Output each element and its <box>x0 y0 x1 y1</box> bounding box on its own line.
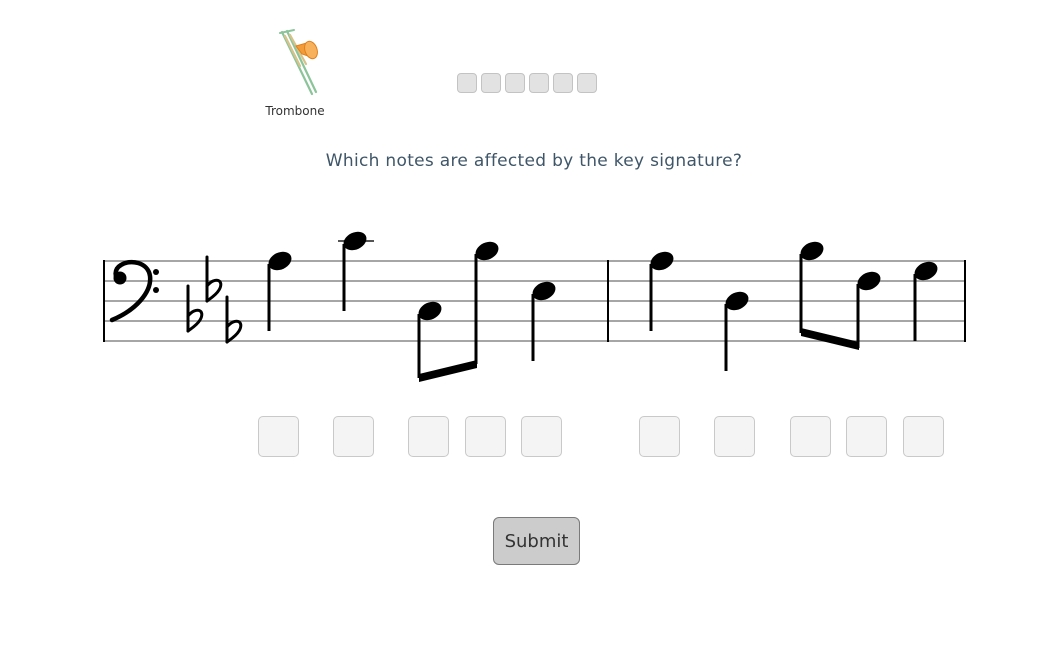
answer-box-m1-1[interactable] <box>258 416 299 457</box>
note-m1-1 <box>267 251 292 331</box>
flat-b-icon <box>186 284 204 333</box>
answer-box-m2-3[interactable] <box>790 416 831 457</box>
answer-box-m1-2[interactable] <box>333 416 374 457</box>
note-m1-3 <box>417 301 442 378</box>
answer-box-m2-5[interactable] <box>903 416 944 457</box>
note-m1-5 <box>531 281 556 361</box>
note-m2-2 <box>724 291 749 371</box>
answer-box-m1-3[interactable] <box>408 416 449 457</box>
flat-e-icon <box>205 255 223 303</box>
note-m1-2 <box>338 231 374 311</box>
beam-m1 <box>419 360 477 382</box>
submit-button[interactable]: Submit <box>493 517 580 565</box>
note-m2-5 <box>913 261 938 341</box>
key-signature <box>186 255 243 344</box>
answer-box-m2-1[interactable] <box>639 416 680 457</box>
answer-box-m1-4[interactable] <box>465 416 506 457</box>
flat-a-icon <box>225 295 243 344</box>
answer-box-m1-5[interactable] <box>521 416 562 457</box>
answer-box-m2-4[interactable] <box>846 416 887 457</box>
note-m2-3 <box>799 241 824 333</box>
note-m2-4 <box>856 271 881 348</box>
beam-m2 <box>801 328 859 350</box>
answer-box-m2-2[interactable] <box>714 416 755 457</box>
note-m2-1 <box>649 251 674 331</box>
bass-clef <box>109 259 159 323</box>
